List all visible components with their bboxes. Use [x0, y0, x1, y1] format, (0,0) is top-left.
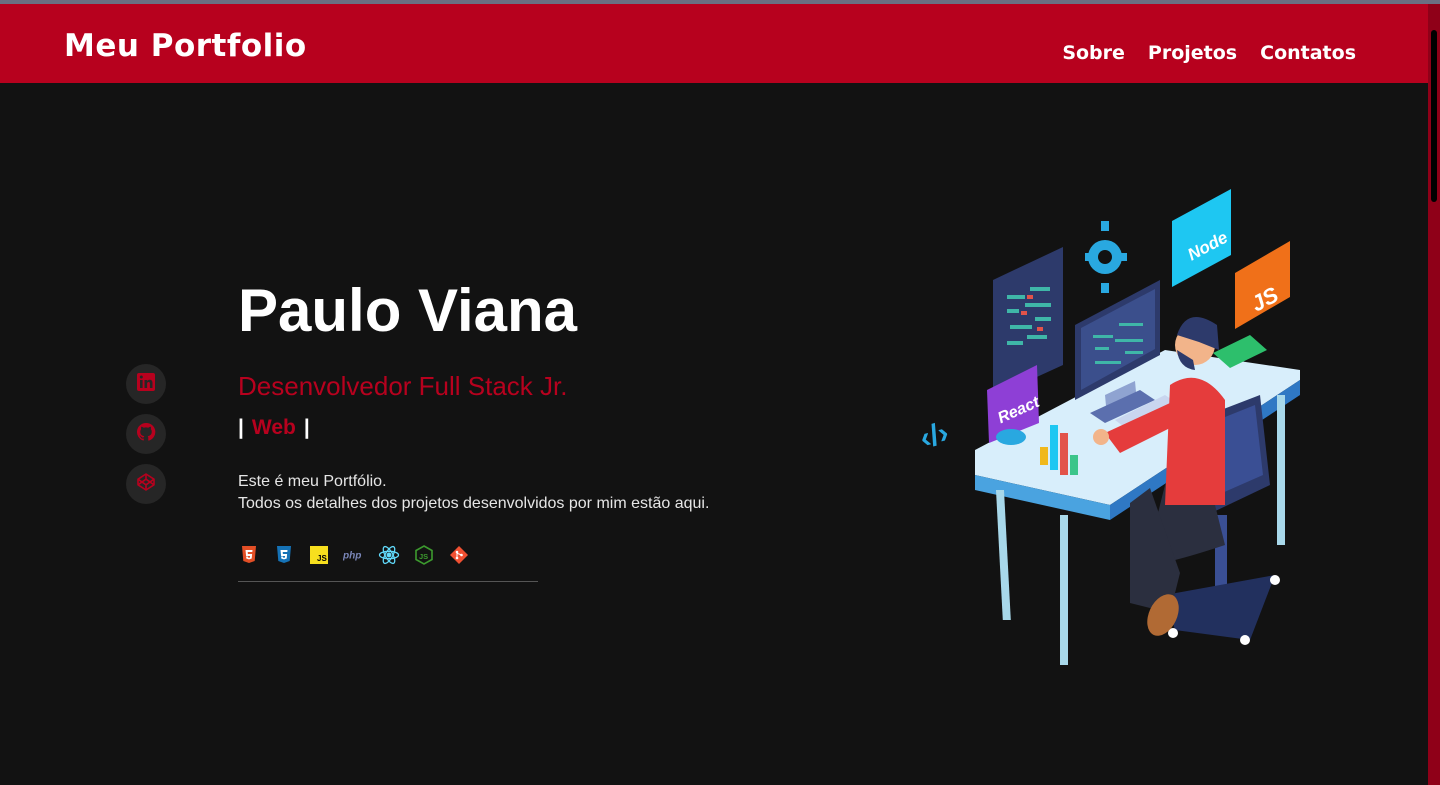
- hero-name: Paulo Viana: [238, 277, 578, 344]
- node-card-illustration: Node: [1172, 189, 1231, 287]
- developer-illustration: Node JS React ‹/›: [916, 189, 1300, 665]
- svg-text:php: php: [343, 551, 361, 562]
- nodejs-icon: JS: [413, 544, 435, 566]
- intro-line-2: Todos os detalhes dos projetos desenvolv…: [238, 495, 710, 512]
- hero-role: Desenvolvedor Full Stack Jr.: [238, 371, 568, 401]
- typing-text: | Web |: [238, 416, 310, 440]
- main-nav: Sobre Projetos Contatos: [1062, 42, 1356, 64]
- typing-cursor: |: [303, 416, 310, 439]
- site-logo[interactable]: Meu Portfolio: [64, 28, 307, 64]
- intro-line-1: Este é meu Portfólio.: [238, 473, 387, 490]
- scrollbar-thumb[interactable]: [1431, 30, 1437, 202]
- github-button[interactable]: [126, 414, 166, 454]
- hero-divider: [238, 581, 538, 582]
- github-icon: [136, 422, 156, 447]
- css3-icon: [273, 544, 295, 566]
- gear-illustration: [1085, 221, 1127, 293]
- typing-word: Web: [251, 416, 296, 439]
- react-icon: [378, 544, 400, 566]
- js-card-illustration: JS: [1235, 241, 1290, 329]
- codepen-button[interactable]: [126, 464, 166, 504]
- nav-link-projetos[interactable]: Projetos: [1148, 42, 1237, 64]
- hero-intro: Este é meu Portfólio. Todos os detalhes …: [238, 471, 709, 515]
- git-icon: [448, 544, 470, 566]
- codepen-icon: [136, 472, 156, 497]
- typing-bar-left: |: [238, 416, 244, 439]
- tech-stack: JS php JS: [238, 544, 470, 566]
- linkedin-icon: [136, 372, 156, 397]
- svg-text:JS: JS: [317, 554, 327, 563]
- social-links: [126, 364, 166, 504]
- svg-text:JS: JS: [419, 552, 428, 561]
- javascript-icon: JS: [308, 544, 330, 566]
- site-header: Meu Portfolio Sobre Projetos Contatos: [0, 4, 1428, 83]
- html5-icon: [238, 544, 260, 566]
- code-tag-illustration: ‹/›: [916, 416, 952, 455]
- nav-link-sobre[interactable]: Sobre: [1062, 42, 1125, 64]
- nav-link-contatos[interactable]: Contatos: [1260, 42, 1356, 64]
- php-icon: php: [343, 544, 365, 566]
- linkedin-button[interactable]: [126, 364, 166, 404]
